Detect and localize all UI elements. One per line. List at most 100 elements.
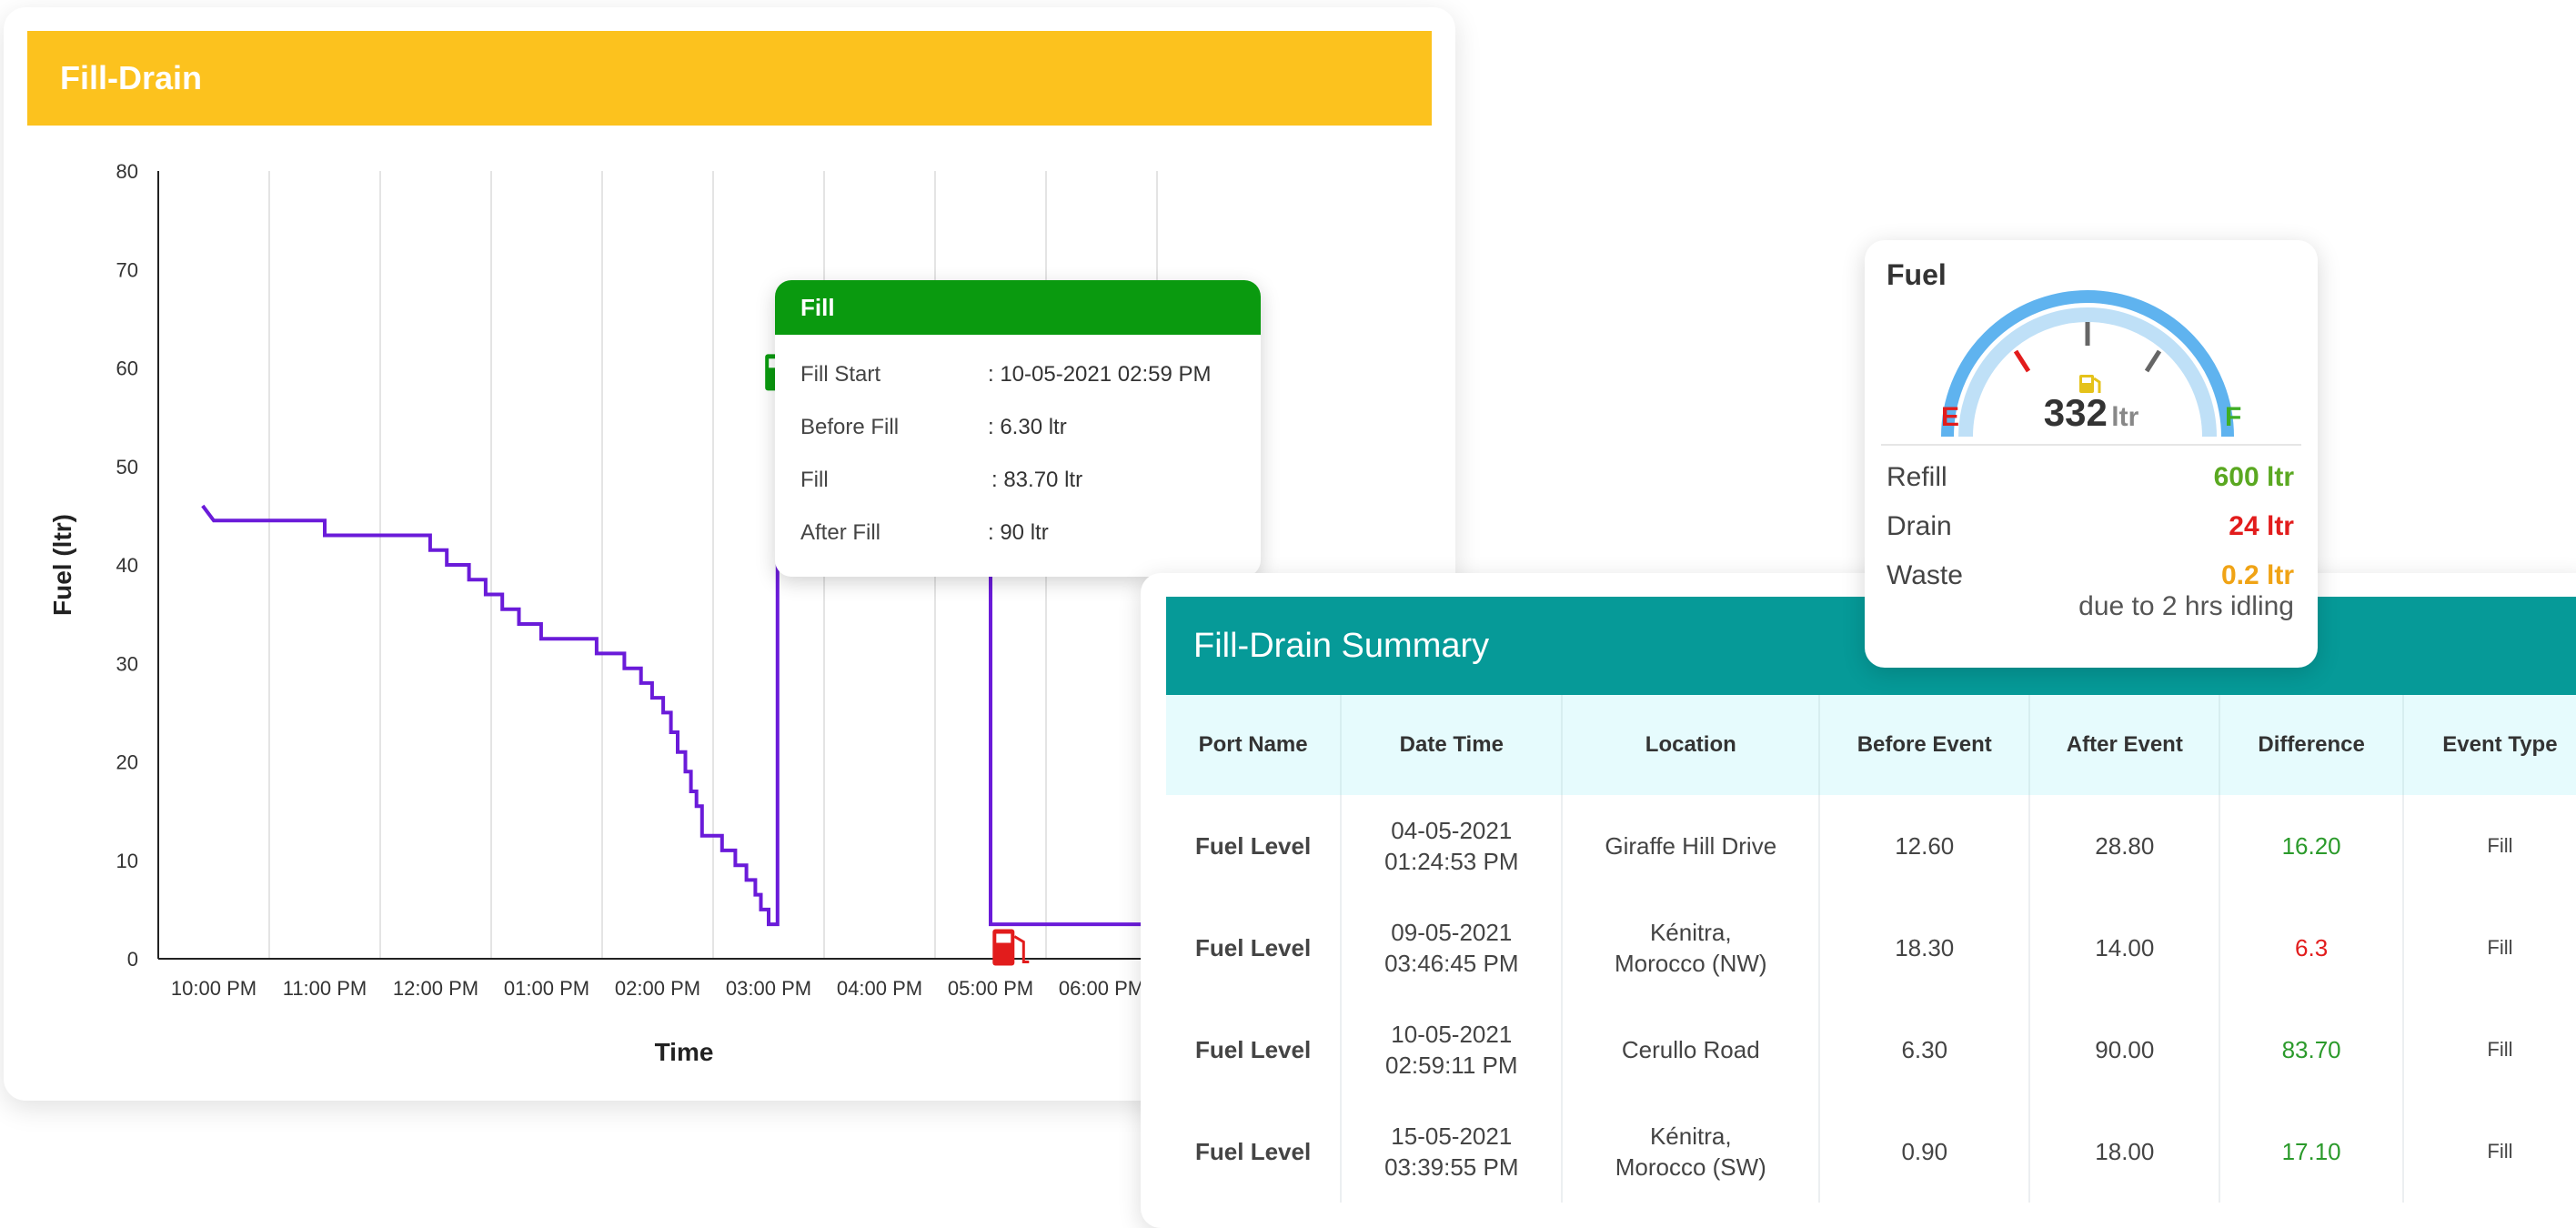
table-row[interactable]: Fuel Level 10-05-2021 02:59:11 PM Cerullo… <box>1166 999 2576 1101</box>
cell-time: 03:46:45 PM <box>1384 950 1519 977</box>
fuel-gauge-card: Fuel E F 332 ltr Refill 600 ltr Drain 24… <box>1865 240 2318 668</box>
cell-location-line1: Kénitra, <box>1649 1122 1732 1150</box>
x-tick-label: 12:00 PM <box>393 977 478 1000</box>
tooltip-value-before-fill: : 6.30 ltr <box>988 415 1067 439</box>
cell-time: 03:39:55 PM <box>1384 1153 1519 1181</box>
cell-time: 02:59:11 PM <box>1385 1052 1518 1079</box>
cell-port: Fuel Level <box>1166 795 1343 897</box>
tooltip-value-after-fill: : 90 ltr <box>988 520 1049 545</box>
tooltip-label-before-fill: Before Fill <box>800 415 900 439</box>
gauge-needle-empty <box>2013 349 2031 373</box>
tooltip-label-fill-start: Fill Start <box>800 362 881 387</box>
x-tick-label: 06:00 PM <box>1059 977 1144 1000</box>
cell-datetime: 15-05-2021 03:39:55 PM <box>1341 1101 1564 1203</box>
y-tick-label: 70 <box>116 258 138 281</box>
cell-time: 01:24:53 PM <box>1384 848 1519 875</box>
fill-tooltip: Fill Fill Start : 10-05-2021 02:59 PM Be… <box>775 280 1261 577</box>
gauge-label-drain: Drain <box>1887 511 1952 541</box>
cell-location-line1: Giraffe Hill Drive <box>1605 832 1777 860</box>
y-tick-label: 0 <box>127 948 138 971</box>
col-before-event[interactable]: Before Event <box>1819 695 2031 795</box>
x-tick-label: 02:00 PM <box>615 977 700 1000</box>
cell-location: Cerullo Road <box>1562 999 1821 1101</box>
tooltip-title: Fill <box>775 280 1261 335</box>
gauge-waste-note: due to 2 hrs idling <box>2078 591 2294 621</box>
cell-port: Fuel Level <box>1166 897 1343 999</box>
cell-difference: 16.20 <box>2219 795 2404 897</box>
col-location[interactable]: Location <box>1562 695 1821 795</box>
col-event-type[interactable]: Event Type <box>2402 695 2576 795</box>
gauge-value-refill: 600 ltr <box>2213 462 2294 492</box>
cell-datetime: 10-05-2021 02:59:11 PM <box>1341 999 1564 1101</box>
gauge-divider <box>1881 444 2301 446</box>
cell-before: 18.30 <box>1819 897 2031 999</box>
x-tick-label: 10:00 PM <box>171 977 257 1000</box>
cell-date: 15-05-2021 <box>1391 1122 1513 1150</box>
table-row[interactable]: Fuel Level 15-05-2021 03:39:55 PM Kénitra… <box>1166 1101 2576 1203</box>
cell-port: Fuel Level <box>1166 999 1343 1101</box>
gauge-unit: ltr <box>2111 402 2139 432</box>
gauge-needle-full <box>2144 349 2162 373</box>
y-tick-label: 30 <box>116 652 138 675</box>
x-tick-label: 05:00 PM <box>948 977 1033 1000</box>
cell-difference: 83.70 <box>2219 999 2404 1101</box>
cell-event-type: Fill <box>2487 1038 2513 1061</box>
cell-datetime: 09-05-2021 03:46:45 PM <box>1341 897 1564 999</box>
gauge-label-waste: Waste <box>1887 560 1963 590</box>
tooltip-label-after-fill: After Fill <box>800 520 881 545</box>
y-tick-label: 50 <box>116 456 138 478</box>
gauge-value-waste: 0.2 ltr <box>2220 560 2294 590</box>
x-tick-label: 11:00 PM <box>283 977 367 1000</box>
cell-location: Kénitra, Morocco (NW) <box>1562 897 1821 999</box>
gauge-value-drain: 24 ltr <box>2229 511 2294 541</box>
cell-event-type: Fill <box>2487 1140 2513 1163</box>
cell-datetime: 04-05-2021 01:24:53 PM <box>1341 795 1564 897</box>
cell-location-line1: Cerullo Road <box>1621 1036 1760 1063</box>
cell-port: Fuel Level <box>1166 1101 1343 1203</box>
cell-date: 04-05-2021 <box>1391 817 1513 844</box>
y-tick-label: 20 <box>116 751 138 774</box>
x-tick-label: 03:00 PM <box>726 977 811 1000</box>
tooltip-label-fill: Fill <box>800 468 829 492</box>
fuel-gauge-dial <box>1941 290 2234 438</box>
cell-location: Kénitra, Morocco (SW) <box>1562 1101 1821 1203</box>
cell-event-type: Fill <box>2487 936 2513 959</box>
gauge-readout: 332 ltr <box>1865 391 2318 435</box>
cell-before: 0.90 <box>1819 1101 2031 1203</box>
col-after-event[interactable]: After Event <box>2029 695 2221 795</box>
cell-before: 12.60 <box>1819 795 2031 897</box>
drain-fuel-pump-icon <box>992 929 1030 966</box>
summary-header-row: Port Name Date Time Location Before Even… <box>1166 695 2576 795</box>
y-axis-label: Fuel (ltr) <box>48 514 76 616</box>
cell-after: 28.80 <box>2029 795 2221 897</box>
cell-difference: 17.10 <box>2219 1101 2404 1203</box>
cell-date: 10-05-2021 <box>1391 1021 1513 1048</box>
fuel-pump-icon <box>2079 375 2101 393</box>
x-tick-label: 01:00 PM <box>504 977 589 1000</box>
cell-event-type: Fill <box>2487 834 2513 857</box>
gauge-value: 332 <box>2043 391 2108 434</box>
col-port-name[interactable]: Port Name <box>1166 695 1343 795</box>
cell-after: 14.00 <box>2029 897 2221 999</box>
cell-date: 09-05-2021 <box>1391 919 1513 946</box>
cell-location: Giraffe Hill Drive <box>1562 795 1821 897</box>
cell-after: 90.00 <box>2029 999 2221 1101</box>
y-tick-label: 80 <box>116 160 138 183</box>
cell-location-line2: Morocco (SW) <box>1615 1153 1766 1181</box>
pump-window <box>996 933 1011 943</box>
cell-after: 18.00 <box>2029 1101 2221 1203</box>
y-tick-label: 60 <box>116 357 138 380</box>
cell-before: 6.30 <box>1819 999 2031 1101</box>
cell-location-line1: Kénitra, <box>1649 919 1732 946</box>
cell-difference: 6.3 <box>2219 897 2404 999</box>
col-difference[interactable]: Difference <box>2219 695 2404 795</box>
cell-location-line2: Morocco (NW) <box>1615 950 1767 977</box>
x-tick-label: 04:00 PM <box>837 977 922 1000</box>
table-row[interactable]: Fuel Level 09-05-2021 03:46:45 PM Kénitra… <box>1166 897 2576 999</box>
y-tick-label: 10 <box>116 850 138 872</box>
col-date-time[interactable]: Date Time <box>1341 695 1564 795</box>
gauge-label-refill: Refill <box>1887 462 1947 492</box>
summary-table: Port Name Date Time Location Before Even… <box>1166 695 2576 1203</box>
tooltip-value-fill: : 83.70 ltr <box>991 468 1083 492</box>
table-row[interactable]: Fuel Level 04-05-2021 01:24:53 PM Giraffe… <box>1166 795 2576 897</box>
